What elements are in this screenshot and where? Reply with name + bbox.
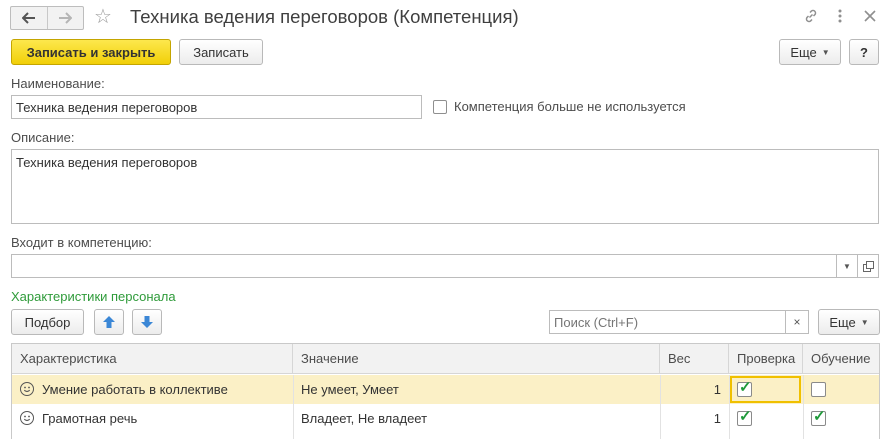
table-row[interactable]: Грамотная речь Владеет, Не владеет 1 ✓ ✓ bbox=[12, 404, 879, 433]
table-more-label: Еще bbox=[829, 314, 856, 330]
parent-field[interactable] bbox=[11, 254, 837, 278]
column-divider bbox=[293, 375, 294, 439]
smiley-icon bbox=[20, 411, 34, 425]
check-checkbox[interactable]: ✓ bbox=[737, 379, 752, 397]
training-cell[interactable]: ✓ bbox=[811, 404, 826, 433]
save-button[interactable]: Записать bbox=[179, 39, 263, 65]
arrow-up-icon bbox=[103, 316, 115, 328]
column-header-check[interactable]: Проверка bbox=[729, 344, 803, 374]
chevron-down-icon: ▼ bbox=[860, 317, 869, 327]
open-icon bbox=[862, 260, 874, 272]
column-divider bbox=[729, 375, 730, 439]
table-header: Характеристика Значение Вес Проверка Обу… bbox=[12, 344, 879, 374]
value-cell[interactable]: Не умеет, Умеет bbox=[293, 375, 660, 404]
column-header-characteristic[interactable]: Характеристика bbox=[12, 344, 293, 374]
check-cell[interactable]: ✓ bbox=[737, 404, 752, 433]
table-more-button[interactable]: Еще ▼ bbox=[818, 309, 880, 335]
link-icon[interactable] bbox=[801, 6, 821, 26]
column-divider bbox=[660, 375, 661, 439]
chevron-down-icon: ▼ bbox=[843, 261, 851, 271]
checkmark-icon: ✓ bbox=[739, 379, 752, 396]
clear-search-button[interactable]: × bbox=[785, 310, 809, 334]
move-up-button[interactable] bbox=[94, 309, 124, 335]
more-button-label: Еще bbox=[790, 44, 817, 60]
column-header-weight[interactable]: Вес bbox=[660, 344, 729, 374]
chevron-down-icon: ▼ bbox=[821, 47, 830, 57]
search-input[interactable] bbox=[549, 310, 786, 334]
checkmark-icon: ✓ bbox=[813, 408, 826, 425]
training-checkbox[interactable] bbox=[811, 382, 826, 397]
open-button[interactable] bbox=[857, 254, 879, 278]
training-cell[interactable] bbox=[811, 375, 826, 404]
table-row[interactable]: Умение работать в коллективе Не умеет, У… bbox=[12, 375, 879, 404]
characteristics-table: Характеристика Значение Вес Проверка Обу… bbox=[11, 343, 880, 439]
characteristic-name: Грамотная речь bbox=[42, 411, 138, 426]
description-textarea[interactable]: Техника ведения переговоров bbox=[11, 149, 879, 224]
description-label: Описание: bbox=[11, 130, 75, 145]
navigation-buttons bbox=[10, 6, 84, 30]
check-checkbox[interactable]: ✓ bbox=[737, 408, 752, 426]
weight-cell[interactable]: 1 bbox=[660, 375, 729, 404]
more-vertical-icon[interactable] bbox=[830, 6, 850, 26]
column-header-value[interactable]: Значение bbox=[293, 344, 660, 374]
star-icon[interactable]: ☆ bbox=[94, 5, 112, 29]
name-label: Наименование: bbox=[11, 76, 105, 91]
smiley-icon bbox=[20, 382, 34, 396]
clear-icon: × bbox=[793, 315, 801, 329]
arrow-right-icon bbox=[59, 12, 73, 24]
pick-button[interactable]: Подбор bbox=[11, 309, 84, 335]
close-icon[interactable] bbox=[860, 6, 880, 26]
help-button[interactable]: ? bbox=[849, 39, 879, 65]
column-header-training[interactable]: Обучение bbox=[803, 344, 879, 374]
name-field[interactable]: Техника ведения переговоров bbox=[11, 95, 422, 119]
parent-label: Входит в компетенцию: bbox=[11, 235, 152, 250]
back-button[interactable] bbox=[11, 7, 47, 29]
characteristic-cell[interactable]: Грамотная речь bbox=[12, 404, 293, 433]
unused-label: Компетенция больше не используется bbox=[454, 99, 686, 114]
save-and-close-button[interactable]: Записать и закрыть bbox=[11, 39, 171, 65]
move-down-button[interactable] bbox=[132, 309, 162, 335]
arrow-down-icon bbox=[141, 316, 153, 328]
unused-checkbox[interactable] bbox=[433, 100, 447, 114]
window-title: Техника ведения переговоров (Компетенция… bbox=[130, 6, 519, 27]
arrow-left-icon bbox=[21, 12, 35, 24]
check-cell[interactable]: ✓ bbox=[737, 375, 752, 404]
weight-cell[interactable]: 1 bbox=[660, 404, 729, 433]
value-cell[interactable]: Владеет, Не владеет bbox=[293, 404, 660, 433]
column-divider bbox=[803, 375, 804, 439]
forward-button[interactable] bbox=[46, 7, 84, 29]
training-checkbox[interactable]: ✓ bbox=[811, 408, 826, 426]
characteristics-group-title: Характеристики персонала bbox=[11, 289, 176, 304]
characteristic-name: Умение работать в коллективе bbox=[42, 382, 228, 397]
more-button[interactable]: Еще ▼ bbox=[779, 39, 841, 65]
checkmark-icon: ✓ bbox=[739, 408, 752, 425]
dropdown-button[interactable]: ▼ bbox=[836, 254, 858, 278]
characteristic-cell[interactable]: Умение работать в коллективе bbox=[12, 375, 293, 404]
